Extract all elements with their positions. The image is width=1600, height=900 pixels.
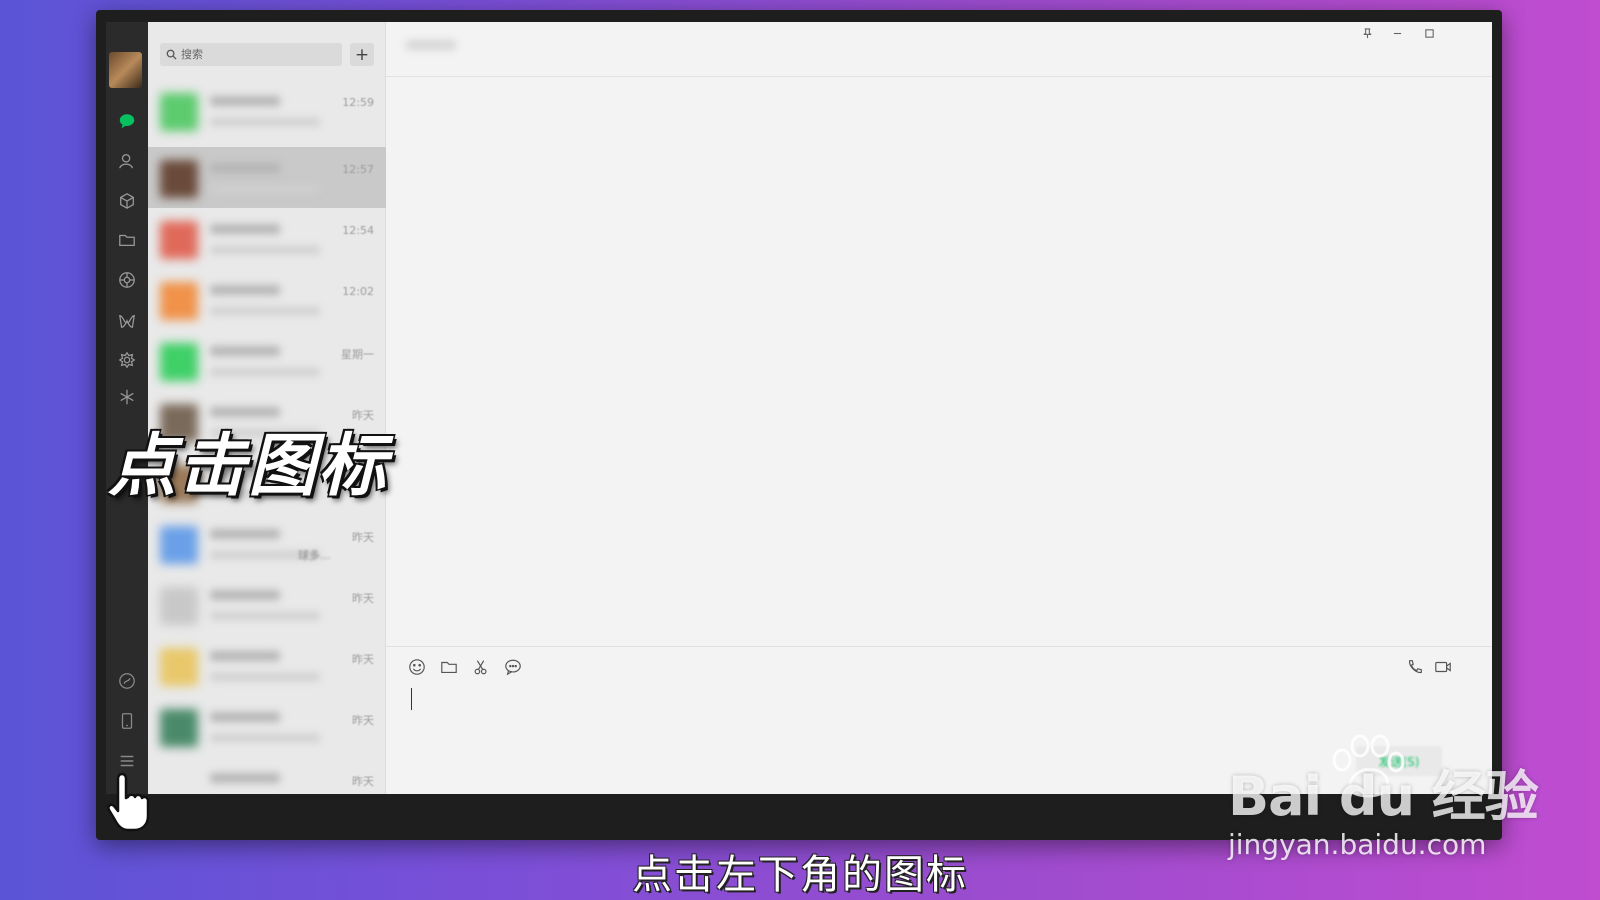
avatar [160, 526, 198, 564]
timestamp: 昨天 [352, 653, 374, 666]
hand-cursor-icon [107, 772, 150, 832]
contact-name [210, 529, 280, 539]
contact-name [210, 346, 280, 356]
text-cursor [411, 688, 412, 710]
timestamp: 昨天 [352, 592, 374, 605]
pin-icon[interactable] [1356, 24, 1378, 42]
search-sparkle-icon[interactable] [112, 382, 142, 412]
timestamp: 昨天 [352, 714, 374, 727]
timestamp: 12:59 [342, 96, 374, 109]
contact-name [210, 285, 280, 295]
avatar [160, 282, 198, 320]
list-item[interactable]: 昨天 球多... [148, 513, 386, 574]
maximize-icon[interactable] [1418, 24, 1440, 42]
voice-call-icon[interactable] [1404, 656, 1426, 678]
chat-icon[interactable] [112, 106, 142, 136]
list-item[interactable]: 12:02 [148, 269, 386, 330]
video-call-icon[interactable] [1432, 656, 1454, 678]
message-preview [210, 673, 320, 681]
chat-list: + 12:59 12:57 12:54 12:02 [148, 22, 386, 794]
add-button[interactable]: + [350, 43, 374, 66]
message-preview [210, 368, 320, 376]
timestamp: 昨天 [352, 531, 374, 544]
contact-name [210, 590, 280, 600]
message-preview [210, 185, 320, 193]
moments-icon[interactable] [112, 265, 142, 295]
message-preview [210, 612, 320, 620]
list-item[interactable]: 12:57 [148, 147, 386, 208]
message-snippet: 球多... [298, 549, 331, 562]
left-nav [106, 22, 148, 794]
contact-name [210, 224, 280, 234]
avatar[interactable] [109, 52, 142, 88]
mini-program-panel-icon[interactable] [112, 666, 142, 696]
search-icon [166, 45, 177, 64]
search-input[interactable] [181, 48, 331, 61]
avatar [160, 587, 198, 625]
search-box[interactable] [160, 43, 342, 66]
list-item[interactable]: 12:59 [148, 80, 386, 141]
timestamp: 12:54 [342, 224, 374, 237]
mini-program-icon[interactable] [112, 345, 142, 375]
composer-divider [386, 646, 1492, 647]
avatar [160, 343, 198, 381]
contact-name [210, 96, 280, 106]
list-item[interactable]: 星期一 [148, 330, 386, 391]
contact-name [210, 651, 280, 661]
timestamp: 昨天 [352, 775, 374, 788]
favorites-cube-icon[interactable] [112, 186, 142, 216]
contacts-icon[interactable] [112, 146, 142, 176]
message-preview [210, 734, 320, 742]
avatar [160, 93, 198, 131]
list-item[interactable]: 昨天 [148, 574, 386, 635]
chat-title [406, 40, 456, 50]
folder-icon[interactable] [438, 656, 460, 678]
timestamp: 12:57 [342, 163, 374, 176]
channels-icon[interactable] [112, 306, 142, 336]
wechat-window: + 12:59 12:57 12:54 12:02 [106, 22, 1492, 794]
emoji-icon[interactable] [406, 656, 428, 678]
overlay-caption: 点击图标 [108, 427, 389, 506]
minimize-icon[interactable] [1386, 24, 1408, 42]
folder-icon[interactable] [112, 225, 142, 255]
contact-name [210, 773, 280, 783]
contact-name [210, 712, 280, 722]
timestamp: 12:02 [342, 285, 374, 298]
avatar [160, 221, 198, 259]
avatar [160, 709, 198, 747]
video-subtitle: 点击左下角的图标 [632, 852, 968, 898]
chat-pane: 发送(S) [386, 22, 1492, 794]
avatar [160, 648, 198, 686]
list-item[interactable]: 昨天 [148, 757, 386, 794]
list-item[interactable]: 昨天 [148, 696, 386, 757]
message-preview [210, 307, 320, 315]
contact-name [210, 163, 280, 173]
avatar [160, 160, 198, 198]
chat-header [386, 22, 1492, 77]
list-item[interactable]: 昨天 [148, 635, 386, 696]
timestamp: 星期一 [341, 348, 374, 361]
phone-icon[interactable] [112, 706, 142, 736]
message-preview [210, 118, 320, 126]
list-item[interactable]: 12:54 [148, 208, 386, 269]
chat-history-icon[interactable] [502, 656, 524, 678]
baidu-jingyan-logo: Bai du 经验 [1228, 765, 1539, 828]
message-preview [210, 246, 320, 254]
screenshot-scissors-icon[interactable] [470, 656, 492, 678]
